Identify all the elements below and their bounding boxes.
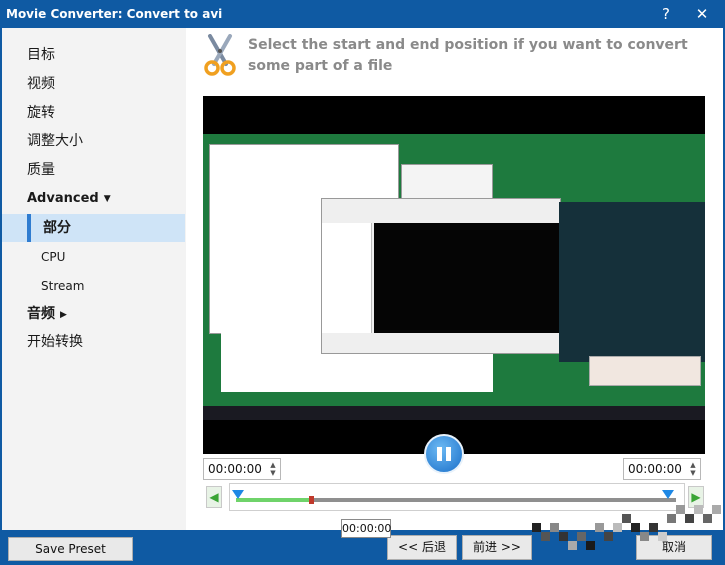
frame-inner-video	[374, 223, 560, 333]
frame-window	[321, 198, 561, 354]
frame-tree	[322, 223, 372, 333]
sidebar-item-stream[interactable]: Stream	[2, 272, 185, 300]
sidebar-item-label: 视频	[27, 76, 55, 92]
selection-indicator	[27, 214, 31, 242]
scissors-icon	[204, 34, 236, 76]
client-area: 目标 视频 旋转 调整大小 质量 Advanced ▼ 部分 CPU Stream…	[2, 28, 723, 530]
title-bar: Movie Converter: Convert to avi ? ✕	[0, 0, 725, 28]
sidebar-item-resize[interactable]: 调整大小	[2, 127, 185, 155]
sidebar-item-label: 调整大小	[27, 133, 83, 149]
start-marker-icon[interactable]	[232, 490, 244, 499]
sidebar-item-label: 旋转	[27, 105, 55, 121]
start-time-field[interactable]: 00:00:00 ▲ ▼	[203, 458, 281, 480]
pause-icon	[446, 447, 451, 461]
sidebar-item-video[interactable]: 视频	[2, 70, 185, 98]
end-time-value: 00:00:00	[628, 462, 682, 476]
help-button[interactable]: ?	[655, 3, 677, 25]
frame-game-panel	[559, 202, 705, 362]
video-frame	[203, 134, 705, 420]
spin-arrows-icon[interactable]: ▲ ▼	[268, 461, 278, 477]
watermark-overlay	[532, 505, 721, 550]
slider-progress	[236, 498, 311, 502]
sidebar-item-target[interactable]: 目标	[2, 41, 185, 69]
sidebar-item-label: Advanced	[27, 191, 99, 206]
sidebar-item-label: 质量	[27, 162, 55, 178]
sidebar-item-label: 音频	[27, 306, 55, 322]
next-button[interactable]: 前进 >>	[462, 535, 532, 560]
start-time-value: 00:00:00	[208, 462, 262, 476]
save-preset-button[interactable]: Save Preset	[8, 537, 133, 561]
playhead[interactable]	[309, 496, 314, 504]
video-preview	[203, 96, 705, 454]
frame-recorder	[589, 356, 701, 386]
main-panel: Select the start and end position if you…	[186, 28, 723, 530]
sidebar-item-start-convert[interactable]: 开始转换	[2, 328, 185, 356]
sidebar-item-label: CPU	[41, 250, 66, 264]
back-button[interactable]: << 后退	[387, 535, 457, 560]
sidebar-item-advanced[interactable]: Advanced ▼	[2, 185, 185, 213]
spin-arrows-icon[interactable]: ▲ ▼	[688, 461, 698, 477]
sidebar-item-cpu[interactable]: CPU	[2, 243, 185, 271]
sidebar-item-audio[interactable]: 音频 ▶	[2, 300, 185, 328]
end-marker-icon[interactable]	[662, 490, 674, 499]
time-tooltip: 00:00:00	[341, 519, 391, 538]
sidebar-item-label: 部分	[43, 220, 71, 236]
sidebar-item-label: 目标	[27, 47, 55, 63]
end-time-field[interactable]: 00:00:00 ▲ ▼	[623, 458, 701, 480]
window-title: Movie Converter: Convert to avi	[6, 7, 223, 21]
frame-taskbar	[203, 406, 705, 420]
set-start-arrow-icon[interactable]: ◀	[206, 486, 222, 508]
app-window: Movie Converter: Convert to avi ? ✕ 目标 视…	[0, 0, 725, 565]
pause-button[interactable]	[424, 434, 464, 474]
sidebar: 目标 视频 旋转 调整大小 质量 Advanced ▼ 部分 CPU Stream…	[2, 28, 185, 530]
sidebar-item-rotate[interactable]: 旋转	[2, 99, 185, 127]
caret-down-icon: ▼	[103, 194, 111, 204]
sidebar-item-part[interactable]: 部分	[2, 214, 185, 242]
instruction-heading: Select the start and end position if you…	[248, 37, 688, 74]
caret-right-icon: ▶	[60, 310, 67, 320]
sidebar-item-label: 开始转换	[27, 334, 83, 350]
close-button[interactable]: ✕	[691, 3, 713, 25]
sidebar-item-label: Stream	[41, 279, 85, 293]
pause-icon	[437, 447, 442, 461]
sidebar-item-quality[interactable]: 质量	[2, 156, 185, 184]
